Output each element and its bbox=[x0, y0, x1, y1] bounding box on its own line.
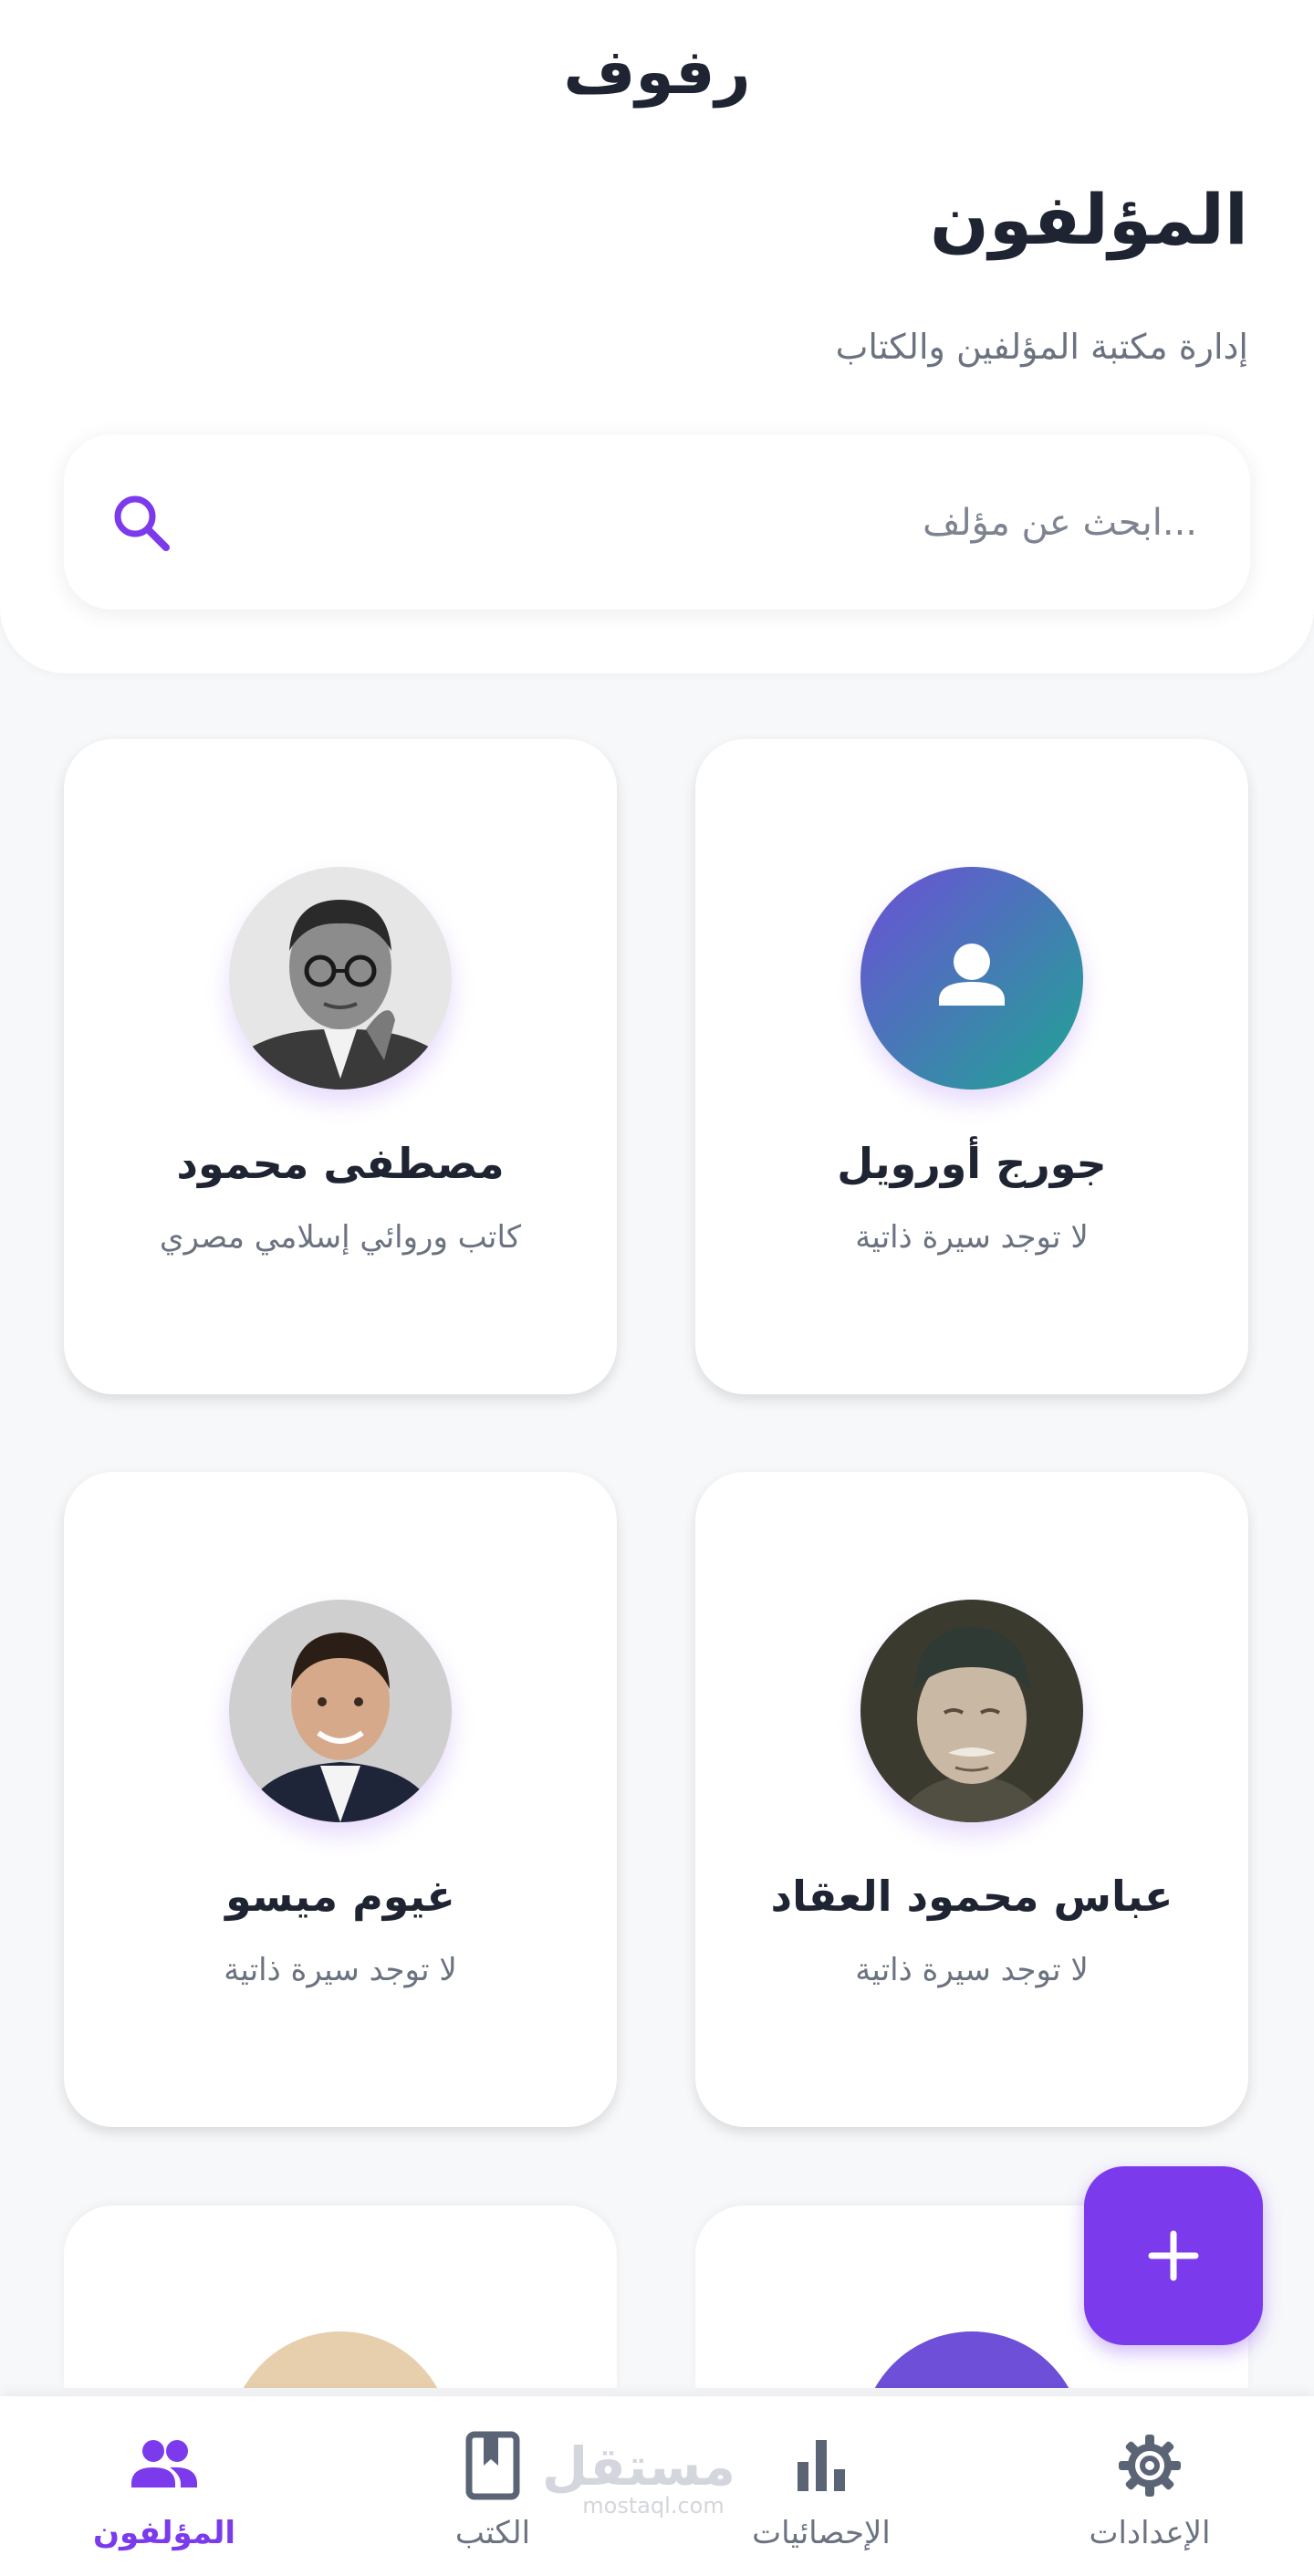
author-name: مصطفى محمود bbox=[176, 1139, 505, 1188]
nav-label: الكتب bbox=[454, 2515, 531, 2551]
author-name: عباس محمود العقاد bbox=[770, 1872, 1173, 1921]
nav-label: الإعدادات bbox=[1089, 2515, 1211, 2551]
author-card-partial[interactable] bbox=[64, 2206, 617, 2388]
avatar bbox=[860, 1600, 1083, 1822]
page-title: المؤلفون bbox=[930, 179, 1248, 260]
nav-label: الإحصائيات bbox=[752, 2515, 891, 2551]
nav-item-statistics[interactable]: الإحصائيات bbox=[703, 2396, 940, 2576]
nav-label: المؤلفون bbox=[92, 2515, 236, 2551]
author-card[interactable]: غيوم ميسو لا توجد سيرة ذاتية bbox=[64, 1472, 617, 2127]
nav-item-settings[interactable]: الإعدادات bbox=[1031, 2396, 1268, 2576]
avatar bbox=[229, 1600, 452, 1822]
watermark-logo: مستقل mostaql.com bbox=[541, 2435, 735, 2519]
author-card[interactable]: جورج أورويل لا توجد سيرة ذاتية bbox=[695, 739, 1248, 1394]
watermark-subtext: mostaql.com bbox=[582, 2493, 725, 2519]
people-icon bbox=[128, 2429, 201, 2502]
author-bio: لا توجد سيرة ذاتية bbox=[855, 1219, 1089, 1256]
author-bio: لا توجد سيرة ذاتية bbox=[855, 1952, 1089, 1988]
add-author-button[interactable] bbox=[1084, 2166, 1263, 2345]
bar-chart-icon bbox=[785, 2429, 858, 2502]
author-name: غيوم ميسو bbox=[225, 1872, 455, 1921]
watermark-text: مستقل bbox=[541, 2435, 735, 2498]
gear-icon bbox=[1113, 2429, 1186, 2502]
author-bio: كاتب وروائي إسلامي مصري bbox=[159, 1219, 522, 1256]
bottom-nav: الإعدادات الإحصائيات الكتب المؤلفون مستق… bbox=[0, 2396, 1314, 2576]
author-name: جورج أورويل bbox=[837, 1139, 1107, 1188]
search-input[interactable] bbox=[265, 482, 1199, 564]
search-box[interactable] bbox=[64, 434, 1250, 610]
avatar bbox=[229, 867, 452, 1090]
author-card[interactable]: عباس محمود العقاد لا توجد سيرة ذاتية bbox=[695, 1472, 1248, 2127]
avatar bbox=[860, 2331, 1083, 2388]
page-subtitle: إدارة مكتبة المؤلفين والكتاب bbox=[835, 327, 1248, 367]
app-title: رفوف bbox=[563, 37, 751, 109]
search-icon[interactable] bbox=[110, 491, 173, 555]
avatar bbox=[229, 2331, 452, 2388]
plus-icon bbox=[1148, 2230, 1199, 2281]
header-panel: رفوف المؤلفون إدارة مكتبة المؤلفين والكت… bbox=[0, 0, 1314, 673]
nav-item-authors[interactable]: المؤلفون bbox=[46, 2396, 283, 2576]
author-card[interactable]: مصطفى محمود كاتب وروائي إسلامي مصري bbox=[64, 739, 617, 1394]
book-icon bbox=[456, 2429, 529, 2502]
author-bio: لا توجد سيرة ذاتية bbox=[224, 1952, 457, 1988]
avatar bbox=[860, 867, 1083, 1090]
